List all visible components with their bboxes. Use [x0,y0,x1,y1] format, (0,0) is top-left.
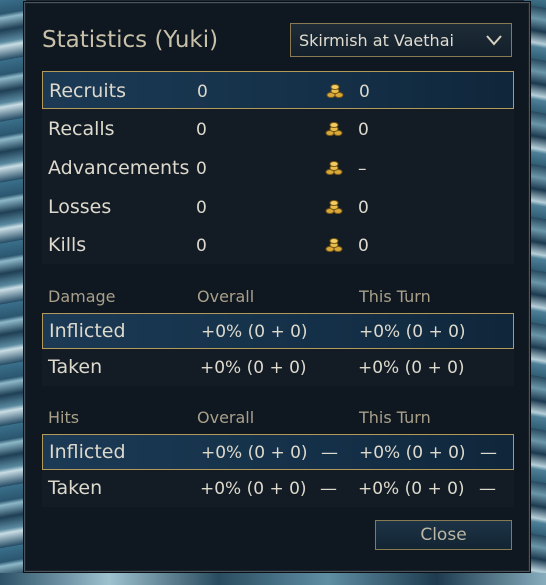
row-label: Losses [48,196,112,218]
table-row-kills[interactable]: Kills 0 0 [42,227,514,264]
row-overall: +0% (0 + 0) [201,443,308,463]
row-this-turn-extra: — [479,479,496,499]
game-map-backdrop-left [0,0,26,585]
units-table: Recruits 0 0 Recalls 0 0 Advancements 0 … [42,71,514,264]
statistics-dialog: Statistics (Yuki) Skirmish at Vaethai Re… [24,2,530,572]
row-gold: 0 [358,236,369,256]
row-gold: 0 [359,82,370,102]
row-label: Taken [48,477,103,499]
gold-coins-icon [325,200,343,214]
row-this-turn: +0% (0 + 0) [358,358,465,378]
table-row-damage-inflicted[interactable]: Inflicted +0% (0 + 0) +0% (0 + 0) [42,313,514,349]
damage-table: Inflicted +0% (0 + 0) +0% (0 + 0) Taken … [42,313,514,386]
row-label: Recruits [49,80,126,102]
row-this-turn: +0% (0 + 0) [359,322,466,342]
game-map-backdrop-bottom [0,573,546,585]
damage-header-label: Damage [48,287,116,306]
row-label: Inflicted [49,441,126,463]
gold-coins-icon [326,84,344,98]
row-gold: 0 [358,120,369,140]
row-label: Advancements [48,157,190,179]
row-count: 0 [196,120,207,140]
row-gold: – [358,159,367,179]
row-overall: +0% (0 + 0) [200,358,307,378]
hits-header-this-turn: This Turn [359,408,431,427]
row-this-turn-extra: — [480,443,497,463]
table-row-hits-inflicted[interactable]: Inflicted +0% (0 + 0) — +0% (0 + 0) — [42,434,514,470]
row-count: 0 [197,82,208,102]
row-this-turn: +0% (0 + 0) [358,479,465,499]
close-button[interactable]: Close [375,520,512,550]
scenario-dropdown-value: Skirmish at Vaethai [299,30,454,50]
row-label: Kills [48,234,87,256]
table-row-recruits[interactable]: Recruits 0 0 [42,71,514,109]
hits-header-label: Hits [48,408,80,427]
chevron-down-icon [486,35,502,46]
table-row-advancements[interactable]: Advancements 0 – [42,149,514,187]
row-this-turn: +0% (0 + 0) [359,443,466,463]
dialog-title: Statistics (Yuki) [42,27,219,53]
row-label: Taken [48,356,103,378]
row-count: 0 [196,198,207,218]
table-row-recalls[interactable]: Recalls 0 0 [42,110,514,148]
damage-header-this-turn: This Turn [359,287,431,306]
gold-coins-icon [325,238,343,252]
row-overall-extra: — [320,479,337,499]
gold-coins-icon [325,122,343,136]
row-overall: +0% (0 + 0) [201,322,308,342]
gold-coins-icon [325,161,343,175]
table-row-damage-taken[interactable]: Taken +0% (0 + 0) +0% (0 + 0) [42,350,514,386]
table-row-losses[interactable]: Losses 0 0 [42,188,514,226]
row-count: 0 [196,159,207,179]
row-count: 0 [196,236,207,256]
scenario-dropdown[interactable]: Skirmish at Vaethai [290,23,512,57]
damage-header-overall: Overall [197,287,255,306]
hits-table: Inflicted +0% (0 + 0) — +0% (0 + 0) — Ta… [42,434,514,507]
hits-header-overall: Overall [197,408,255,427]
row-label: Recalls [48,118,115,140]
row-overall: +0% (0 + 0) [200,479,307,499]
row-gold: 0 [358,198,369,218]
row-label: Inflicted [49,320,126,342]
row-overall-extra: — [321,443,338,463]
table-row-hits-taken[interactable]: Taken +0% (0 + 0) — +0% (0 + 0) — [42,471,514,507]
